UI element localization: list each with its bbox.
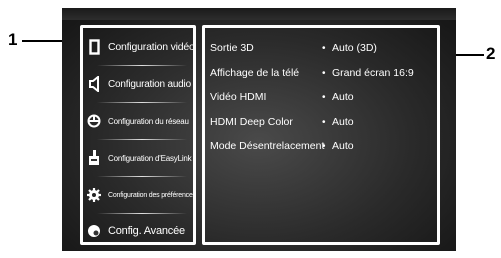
setting-value: Auto — [332, 140, 354, 152]
setting-row-3d-output[interactable]: Sortie 3D • Auto (3D) — [210, 39, 438, 57]
value-bullet: • — [322, 42, 326, 54]
display-icon — [87, 38, 101, 56]
callout-number-1: 1 — [8, 30, 18, 49]
menu-item-label: Configuration des préférences — [108, 191, 196, 199]
setting-value: Auto — [332, 116, 354, 128]
menu-item-label: Configuration du réseau — [108, 116, 189, 126]
setting-row-tv-aspect[interactable]: Affichage de la télé • Grand écran 16:9 — [210, 64, 438, 82]
setting-row-deinterlace[interactable]: Mode Désentrelacement • Auto — [210, 137, 438, 155]
settings-panel: Sortie 3D • Auto (3D) Affichage de la té… — [202, 25, 440, 245]
network-icon — [87, 112, 101, 130]
setting-value: Auto — [332, 91, 354, 103]
menu-divider — [97, 102, 187, 103]
value-bullet: • — [322, 116, 326, 128]
setting-row-deep-color[interactable]: HDMI Deep Color • Auto — [210, 113, 438, 131]
menu-item-preferences[interactable]: Configuration des préférences — [83, 178, 196, 212]
setup-menu-panel: Configuration vidéo Configuration audio … — [80, 25, 196, 245]
preferences-icon — [87, 186, 101, 204]
setting-name: Vidéo HDMI — [210, 91, 267, 103]
menu-item-video[interactable]: Configuration vidéo — [83, 30, 195, 64]
setting-value: Auto (3D) — [332, 42, 377, 54]
callout-number-2: 2 — [486, 44, 496, 63]
menu-item-label: Configuration audio — [108, 78, 191, 90]
setting-row-hdmi-video[interactable]: Vidéo HDMI • Auto — [210, 88, 438, 106]
menu-item-label: Configuration d'EasyLink — [108, 153, 192, 163]
setting-name: Mode Désentrelacement — [210, 140, 325, 152]
menu-divider — [97, 65, 187, 66]
menu-item-audio[interactable]: Configuration audio — [83, 67, 193, 101]
setting-value: Grand écran 16:9 — [332, 67, 414, 79]
menu-item-network[interactable]: Configuration du réseau — [83, 104, 193, 138]
speaker-icon — [87, 75, 101, 93]
menu-item-label: Configuration vidéo — [108, 41, 195, 53]
easylink-icon — [87, 149, 101, 167]
setting-name: Sortie 3D — [210, 42, 254, 54]
tv-screen: Configuration vidéo Configuration audio … — [62, 8, 456, 251]
menu-divider — [97, 139, 187, 140]
menu-item-advanced[interactable]: Config. Avancée — [83, 214, 193, 248]
menu-divider — [97, 176, 187, 177]
value-bullet: • — [322, 67, 326, 79]
menu-item-easylink[interactable]: Configuration d'EasyLink — [83, 141, 193, 175]
value-bullet: • — [322, 140, 326, 152]
setting-name: HDMI Deep Color — [210, 116, 293, 128]
value-bullet: • — [322, 91, 326, 103]
advanced-icon — [87, 222, 101, 240]
menu-item-label: Config. Avancée — [108, 225, 185, 237]
setting-name: Affichage de la télé — [210, 67, 300, 79]
